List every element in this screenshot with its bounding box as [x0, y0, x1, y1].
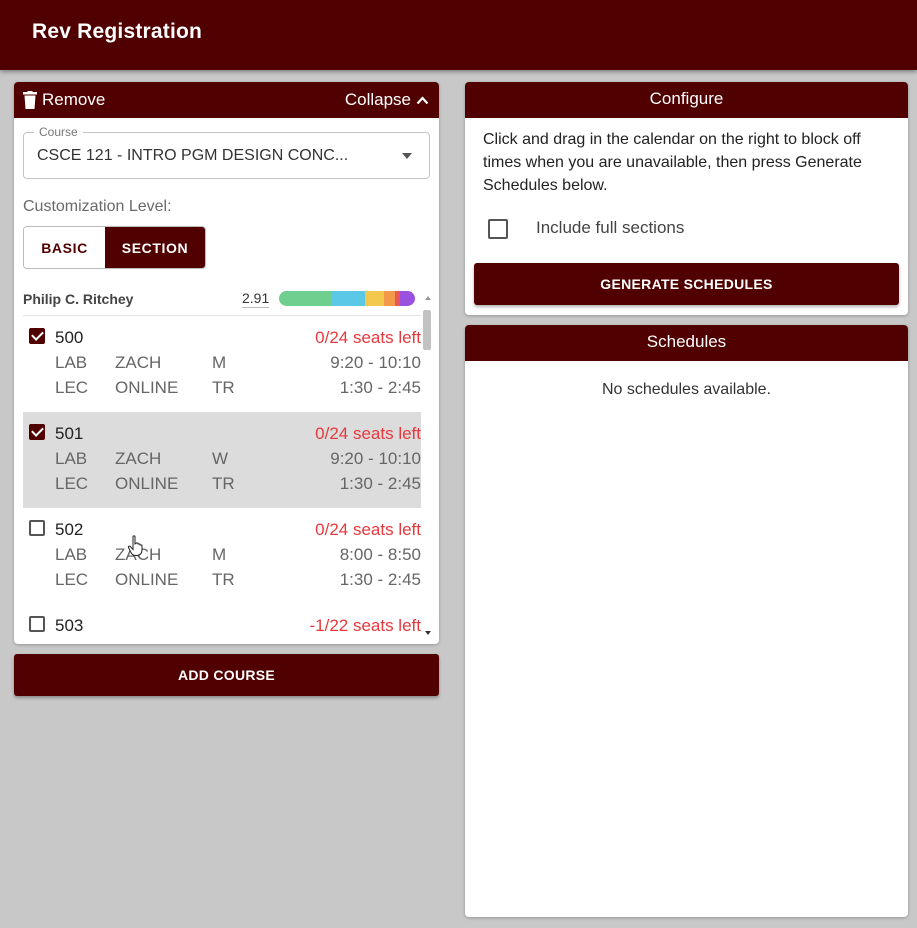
schedules-header: Schedules — [465, 325, 908, 361]
professor-gpa: 2.91 — [242, 290, 270, 308]
app-title: Rev Registration — [32, 20, 203, 43]
collapse-button[interactable]: Collapse — [345, 90, 429, 110]
course-value: CSCE 121 - INTRO PGM DESIGN CONC... — [37, 147, 349, 164]
course-field-label: Course — [34, 125, 83, 139]
grade-segment — [400, 291, 415, 306]
grade-segment — [383, 291, 395, 306]
customization-level-label: Customization Level: — [23, 198, 172, 215]
section-checkbox[interactable] — [29, 520, 45, 536]
meeting-days: TR — [212, 474, 235, 493]
level-basic-button[interactable]: BASIC — [24, 227, 105, 268]
section-number: 501 — [55, 424, 84, 443]
meeting-days: TR — [212, 570, 235, 589]
app-header: Rev Registration — [0, 0, 917, 70]
add-course-button[interactable]: ADD COURSE — [14, 654, 439, 696]
level-section-button[interactable]: SECTION — [105, 227, 205, 268]
empty-schedules-message: No schedules available. — [602, 381, 771, 398]
section-row[interactable]: 5020/24 seats leftLABZACHM8:00 - 8:50LEC… — [23, 508, 421, 604]
schedules-card: Schedules No schedules available. — [465, 325, 908, 917]
configure-header: Configure — [465, 82, 908, 118]
include-full-sections-checkbox[interactable] — [488, 219, 508, 239]
meeting-building: ONLINE — [115, 474, 179, 493]
meeting-building: ZACH — [115, 353, 162, 372]
course-card-header: Remove Collapse — [14, 82, 439, 118]
meeting-time: 9:20 - 10:10 — [330, 353, 421, 372]
meeting-time: 1:30 - 2:45 — [339, 474, 421, 493]
course-card: Remove Collapse Course CSCE 121 - INTRO … — [14, 82, 439, 644]
grade-segment — [330, 291, 365, 306]
section-row[interactable]: 503 -1/22 seats left — [23, 604, 421, 644]
section-checkbox[interactable] — [29, 328, 45, 344]
chevron-up-icon — [416, 95, 429, 104]
section-number: 503 — [55, 616, 84, 635]
trash-icon — [23, 91, 37, 109]
configure-instructions: Click and drag in the calendar on the ri… — [483, 131, 862, 194]
meeting-days: M — [212, 545, 227, 564]
section-row[interactable]: 501 0/24 seats left LAB ZACH W 9:20 - 10:10 LE… — [23, 412, 421, 508]
scroll-down-icon[interactable] — [425, 631, 431, 635]
scrollbar-thumb[interactable] — [423, 310, 431, 350]
section-checkbox[interactable] — [29, 424, 45, 440]
grade-segment — [364, 291, 384, 306]
grade-segment — [279, 291, 331, 306]
seats-left: 0/24 seats left — [315, 328, 421, 347]
dropdown-arrow-icon — [402, 153, 412, 159]
meeting-days: W — [212, 449, 229, 468]
section-number: 502 — [55, 520, 84, 539]
remove-label: Remove — [42, 90, 106, 109]
meeting-time: 1:30 - 2:45 — [339, 570, 421, 589]
section-number: 500 — [55, 328, 84, 347]
meeting-building: ONLINE — [115, 378, 179, 397]
customization-level-toggle: BASIC SECTION — [23, 226, 206, 269]
meeting-time: 9:20 - 10:10 — [330, 449, 421, 468]
generate-schedules-button[interactable]: GENERATE SCHEDULES — [474, 263, 899, 305]
meeting-time: 8:00 - 8:50 — [339, 545, 421, 564]
section-row[interactable]: 500 0/24 seats left LAB ZACH M 9:20 - 10:10 LE… — [23, 316, 421, 412]
meeting-building: ZACH — [115, 449, 162, 468]
meeting-type: LEC — [55, 378, 89, 397]
meeting-type: LEC — [55, 570, 89, 589]
configure-card: Configure Click and drag in the calendar… — [465, 82, 908, 315]
meeting-building: ONLINE — [115, 570, 179, 589]
include-full-sections-label[interactable]: Include full sections — [536, 218, 684, 238]
grade-distribution-bar — [279, 291, 415, 306]
course-select[interactable]: Course CSCE 121 - INTRO PGM DESIGN CONC.… — [23, 125, 430, 179]
meeting-days: M — [212, 353, 227, 372]
meeting-days: TR — [212, 378, 235, 397]
meeting-type: LAB — [55, 449, 88, 468]
meeting-type: LEC — [55, 474, 89, 493]
meeting-time: 1:30 - 2:45 — [339, 378, 421, 397]
professor-name: Philip C. Ritchey — [23, 291, 134, 307]
seats-left: 0/24 seats left — [315, 520, 421, 539]
scroll-up-icon[interactable] — [425, 296, 431, 300]
seats-left: 0/24 seats left — [315, 424, 421, 443]
seats-left: -1/22 seats left — [309, 616, 421, 635]
remove-button[interactable]: Remove — [23, 90, 105, 110]
hand-pointer-icon — [127, 535, 143, 556]
meeting-type: LAB — [55, 353, 88, 372]
collapse-label: Collapse — [344, 90, 411, 109]
section-checkbox[interactable] — [29, 616, 45, 632]
meeting-type: LAB — [55, 545, 88, 564]
section-list: 500 0/24 seats left LAB ZACH M 9:20 - 10:10 LE… — [23, 316, 421, 644]
